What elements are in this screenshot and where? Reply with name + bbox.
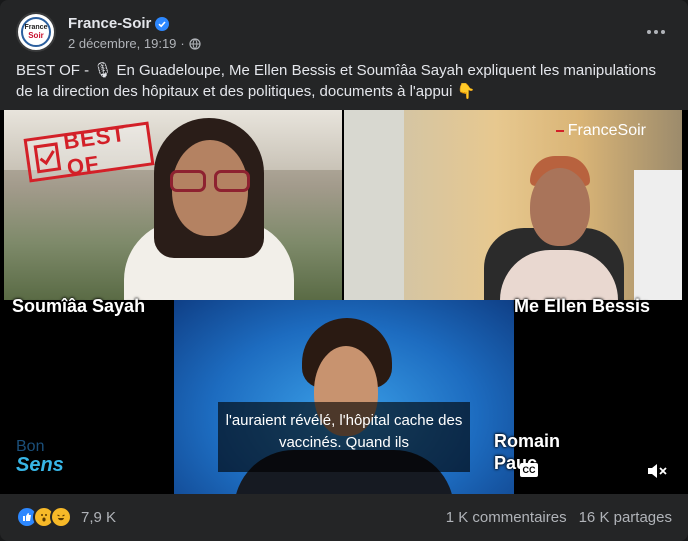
post-header: France Soir France-Soir 2 décembre, 19:1… (16, 12, 672, 56)
avatar-text-line1: France (24, 24, 48, 31)
video-tile-left: BEST OF (4, 110, 342, 300)
caption-text: En Guadeloupe, Me Ellen Bessis et Soumîâ… (16, 62, 656, 100)
bon-sens-logo: Bon Sens (16, 438, 64, 476)
video-player[interactable]: BEST OF FranceSoir Soumîâa Sayah Me Elle… (0, 110, 688, 494)
engagement-stats: 1 K commentaires 16 K partages (446, 509, 672, 526)
stamp-text: BEST OF (61, 120, 128, 181)
reaction-count: 7,9 K (81, 508, 117, 526)
reaction-icons (16, 506, 72, 528)
closed-captions-icon[interactable]: CC (520, 463, 538, 477)
mute-icon[interactable] (646, 462, 668, 480)
page-name-link[interactable]: France-Soir (68, 15, 151, 32)
glasses-right (214, 170, 250, 192)
facebook-post: France Soir France-Soir 2 décembre, 19:1… (0, 0, 688, 541)
globe-icon (189, 37, 201, 50)
page-avatar[interactable]: France Soir (16, 12, 56, 52)
post-timestamp[interactable]: 2 décembre, 19:19 (68, 36, 176, 51)
meta-separator: · (180, 36, 185, 51)
person-face-right (530, 168, 590, 246)
shares-count[interactable]: 16 K partages (579, 509, 672, 526)
window-frame (344, 110, 404, 300)
participant-name-bottom: Romain Pauc (494, 431, 561, 473)
haha-reaction-icon (50, 506, 72, 528)
pointing-down-icon: 👇 (456, 83, 476, 100)
more-options-icon[interactable] (640, 18, 672, 46)
comments-count[interactable]: 1 K commentaires (446, 509, 567, 526)
participant-name-left: Soumîâa Sayah (12, 296, 146, 316)
glasses-left (170, 170, 206, 192)
logo-bar (555, 130, 564, 132)
page-name-row: France-Soir (68, 15, 170, 32)
post-caption: BEST OF - 🎙 En Guadeloupe, Me Ellen Bess… (16, 60, 666, 102)
post-meta: 2 décembre, 19:19 · (68, 36, 201, 51)
video-subtitle: l'auraient révélé, l'hôpital cache des v… (218, 402, 470, 472)
cabinet (634, 170, 682, 300)
reactions-summary[interactable]: 7,9 K (16, 506, 116, 528)
avatar-text-line2: Soir (28, 31, 44, 40)
caption-prefix: BEST OF - (16, 62, 94, 79)
participant-name-right: Me Ellen Bessis (514, 296, 651, 316)
verified-badge-icon (155, 16, 170, 31)
checkmark-icon (33, 142, 62, 174)
logo-text: FranceSoir (567, 122, 646, 139)
francesoir-logo: FranceSoir (555, 122, 646, 140)
post-footer: 7,9 K 1 K commentaires 16 K partages (16, 503, 672, 531)
bon-sens-line2: Sens (16, 454, 64, 476)
video-tile-right: FranceSoir (344, 110, 682, 300)
microphone-icon: 🎙 (93, 62, 113, 79)
